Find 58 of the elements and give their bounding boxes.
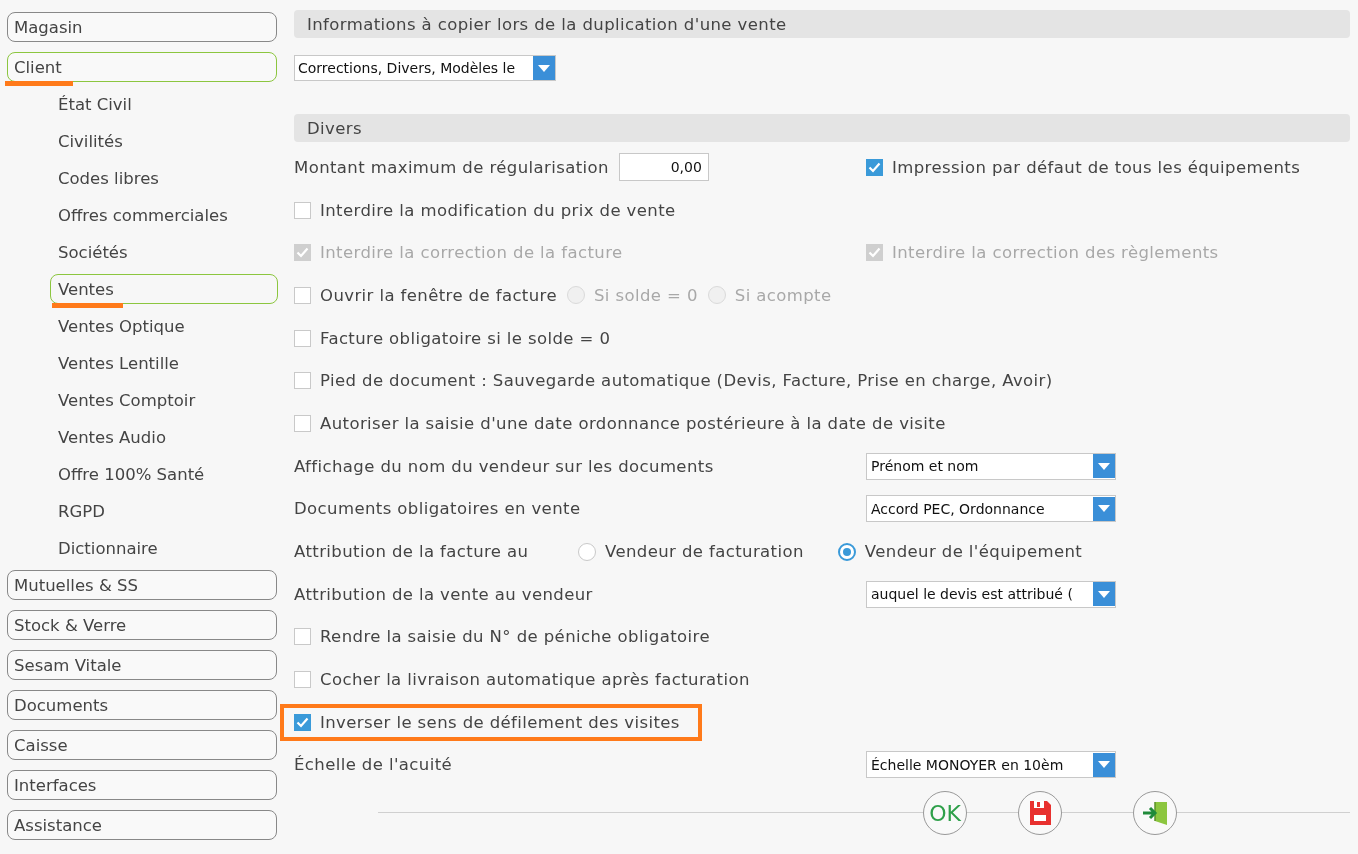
checkbox-label: Ouvrir la fenêtre de facture xyxy=(320,285,557,305)
checkbox[interactable] xyxy=(294,201,311,219)
sidebar-item[interactable]: Dictionnaire xyxy=(50,533,278,563)
radio-label: Vendeur de facturation xyxy=(605,542,804,562)
field-label: Échelle de l'acuité xyxy=(294,755,453,775)
amount-field[interactable]: 0,00 xyxy=(618,153,709,182)
checkbox-label: Autoriser la saisie d'une date ordonnance postérieure à la date de visite xyxy=(320,413,946,433)
sidebar-item[interactable]: Ventes Audio xyxy=(50,422,278,452)
radio-button[interactable] xyxy=(837,542,856,561)
field-label: Documents obligatoires en vente xyxy=(294,499,581,519)
section-header: Informations à copier lors de la duplication d'une vente xyxy=(294,10,1350,38)
field-label: Montant maximum de régularisation xyxy=(294,157,609,177)
sidebar-item[interactable]: Sociétés xyxy=(50,237,278,267)
checkbox[interactable] xyxy=(294,671,311,689)
sidebar-item[interactable]: Magasin xyxy=(7,12,277,42)
checkbox-label: Interdire la correction des règlements xyxy=(892,243,1219,263)
sidebar-item[interactable]: Documents xyxy=(7,690,277,720)
checkbox[interactable] xyxy=(294,372,311,390)
field-label: Attribution de la facture au xyxy=(294,542,530,562)
sidebar-item[interactable]: Ventes Optique xyxy=(50,311,278,341)
radio-label: Si acompte xyxy=(734,285,832,305)
field-label: Attribution de la vente au vendeur xyxy=(294,584,593,604)
exit-door-icon xyxy=(1141,800,1169,826)
sidebar-item[interactable]: Ventes Lentille xyxy=(50,348,278,378)
exit-button[interactable] xyxy=(1133,791,1177,835)
sidebar-item[interactable]: Civilités xyxy=(50,126,278,156)
radio-button[interactable] xyxy=(578,542,596,561)
checkbox-label: Inverser le sens de défilement des visites xyxy=(320,712,680,732)
sidebar-item[interactable]: RGPD xyxy=(50,496,278,526)
checkbox[interactable] xyxy=(866,158,883,176)
checkbox[interactable] xyxy=(294,713,311,731)
checkbox-label: Pied de document : Sauvegarde automatique (Devis, Facture, Prise en charge, Avoir) xyxy=(320,371,1053,391)
section-header: Divers xyxy=(294,114,1350,142)
checkbox[interactable] xyxy=(294,329,311,347)
sidebar-item[interactable]: Ventes Comptoir xyxy=(50,385,278,415)
field-label: Affichage du nom du vendeur sur les documents xyxy=(294,456,714,476)
sidebar-item[interactable]: Codes libres xyxy=(50,163,278,193)
checkbox-label: Facture obligatoire si le solde = 0 xyxy=(320,328,611,348)
sidebar-item[interactable]: Assistance xyxy=(7,810,277,840)
radio-label: Si solde = 0 xyxy=(593,285,698,305)
sidebar-item[interactable]: Caisse xyxy=(7,730,277,760)
radio-label: Vendeur de l'équipement xyxy=(864,542,1083,562)
sidebar-item[interactable]: Interfaces xyxy=(7,770,277,800)
save-button[interactable] xyxy=(1018,791,1062,835)
sidebar-item[interactable]: État Civil xyxy=(50,89,278,119)
sidebar-item[interactable]: Mutuelles & SS xyxy=(7,570,277,600)
sidebar-item[interactable]: Offre 100% Santé xyxy=(50,459,278,489)
sidebar-item[interactable]: Stock & Verre xyxy=(7,610,277,640)
sidebar-item[interactable]: Offres commerciales xyxy=(50,200,278,230)
checkbox[interactable] xyxy=(294,286,311,304)
checkbox-label: Interdire la modification du prix de vente xyxy=(320,200,676,220)
checkbox-label: Interdire la correction de la facture xyxy=(320,243,623,263)
checkbox[interactable] xyxy=(294,628,311,646)
checkbox-label: Cocher la livraison automatique après facturation xyxy=(320,670,750,690)
checkbox-label: Rendre la saisie du N° de péniche obligatoire xyxy=(320,627,710,647)
sidebar-item[interactable]: Sesam Vitale xyxy=(7,650,277,680)
checkbox[interactable] xyxy=(294,414,311,432)
checkbox-label: Impression par défaut de tous les équipements xyxy=(892,157,1301,177)
